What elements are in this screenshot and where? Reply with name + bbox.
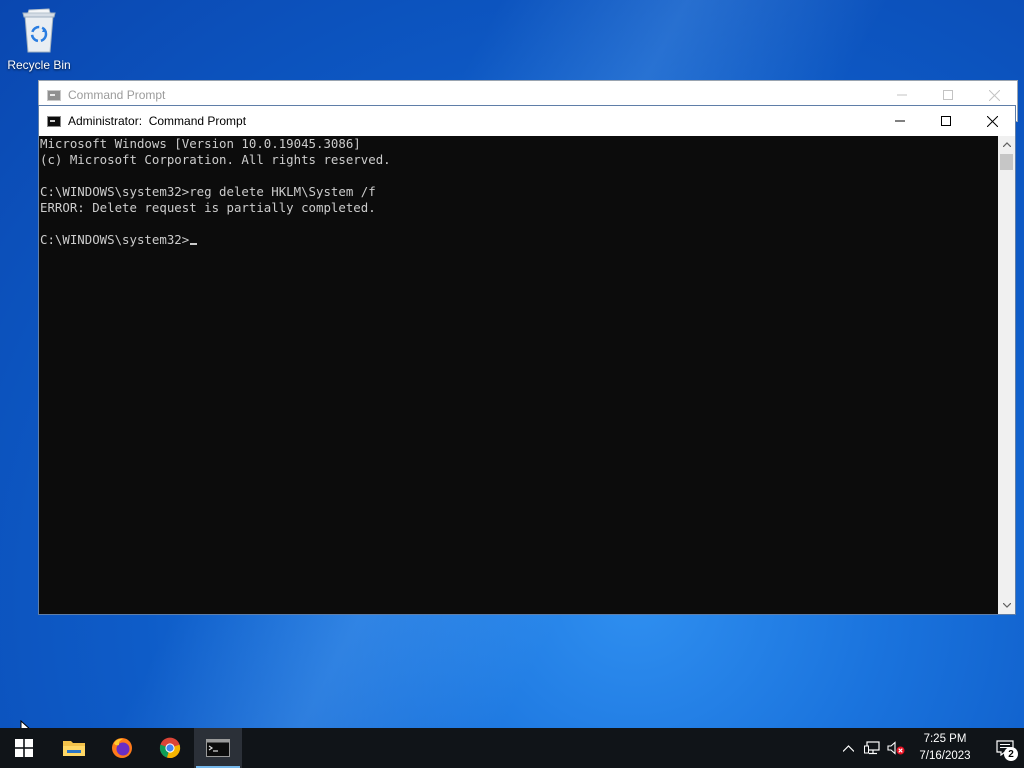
- taskbar: 7:25 PM 7/16/2023 2: [0, 728, 1024, 768]
- scroll-up-button[interactable]: [998, 136, 1015, 153]
- chrome-icon: [159, 737, 181, 759]
- volume-muted-icon: [887, 741, 905, 755]
- chevron-down-icon: [1002, 603, 1011, 608]
- recycle-bin-icon: [19, 6, 59, 54]
- active-window-titlebar[interactable]: Administrator: Command Prompt: [39, 106, 1015, 136]
- show-hidden-icons-button[interactable]: [836, 728, 860, 768]
- scroll-down-button[interactable]: [998, 597, 1015, 614]
- console-line: Microsoft Windows [Version 10.0.19045.30…: [40, 136, 361, 151]
- console-line: (c) Microsoft Corporation. All rights re…: [40, 152, 391, 167]
- clock-time: 7:25 PM: [923, 733, 967, 745]
- console-prompt: C:\WINDOWS\system32>: [40, 232, 190, 247]
- cmd-icon: [47, 115, 61, 127]
- system-tray: 7:25 PM 7/16/2023 2: [836, 728, 1024, 768]
- volume-button[interactable]: [884, 728, 908, 768]
- cmd-icon: [47, 89, 61, 101]
- vertical-scrollbar[interactable]: [998, 136, 1015, 614]
- cmd-icon: [206, 739, 230, 757]
- clock-date: 7/16/2023: [919, 750, 971, 762]
- console-output[interactable]: Microsoft Windows [Version 10.0.19045.30…: [39, 136, 998, 614]
- notification-count-badge: 2: [1004, 747, 1018, 761]
- maximize-icon: [941, 116, 951, 126]
- close-icon: [986, 115, 998, 127]
- action-center-button[interactable]: 2: [986, 728, 1024, 768]
- chevron-up-icon: [842, 744, 854, 752]
- maximize-icon: [943, 90, 953, 100]
- windows-logo-icon: [15, 739, 33, 757]
- taskbar-firefox[interactable]: [98, 728, 146, 768]
- minimize-icon: [895, 120, 905, 122]
- taskbar-command-prompt[interactable]: [194, 728, 242, 768]
- taskbar-clock[interactable]: 7:25 PM 7/16/2023: [910, 731, 980, 765]
- chevron-up-icon: [1002, 142, 1011, 147]
- desktop-icon-recycle-bin[interactable]: Recycle Bin: [4, 6, 74, 72]
- console-line: C:\WINDOWS\system32>reg delete HKLM\Syst…: [40, 184, 376, 199]
- close-button[interactable]: [969, 106, 1015, 136]
- desktop-icon-label: Recycle Bin: [7, 58, 71, 72]
- taskbar-chrome[interactable]: [146, 728, 194, 768]
- minimize-button[interactable]: [877, 106, 923, 136]
- active-window-title: Administrator: Command Prompt: [68, 114, 247, 128]
- maximize-button[interactable]: [923, 106, 969, 136]
- folder-icon: [63, 741, 85, 756]
- firefox-icon: [112, 738, 132, 758]
- taskbar-file-explorer[interactable]: [50, 728, 98, 768]
- minimize-icon: [897, 94, 907, 96]
- close-icon: [988, 89, 1000, 101]
- network-icon: [864, 741, 880, 755]
- network-button[interactable]: [860, 728, 884, 768]
- background-window-title: Command Prompt: [68, 88, 166, 102]
- start-button[interactable]: [0, 728, 48, 768]
- scroll-thumb[interactable]: [1000, 154, 1013, 170]
- active-cmd-window[interactable]: Administrator: Command Prompt Microsoft …: [38, 105, 1016, 615]
- console-prompt-line[interactable]: C:\WINDOWS\system32>: [40, 232, 998, 248]
- console-line: ERROR: Delete request is partially compl…: [40, 200, 376, 215]
- text-cursor: [190, 243, 198, 245]
